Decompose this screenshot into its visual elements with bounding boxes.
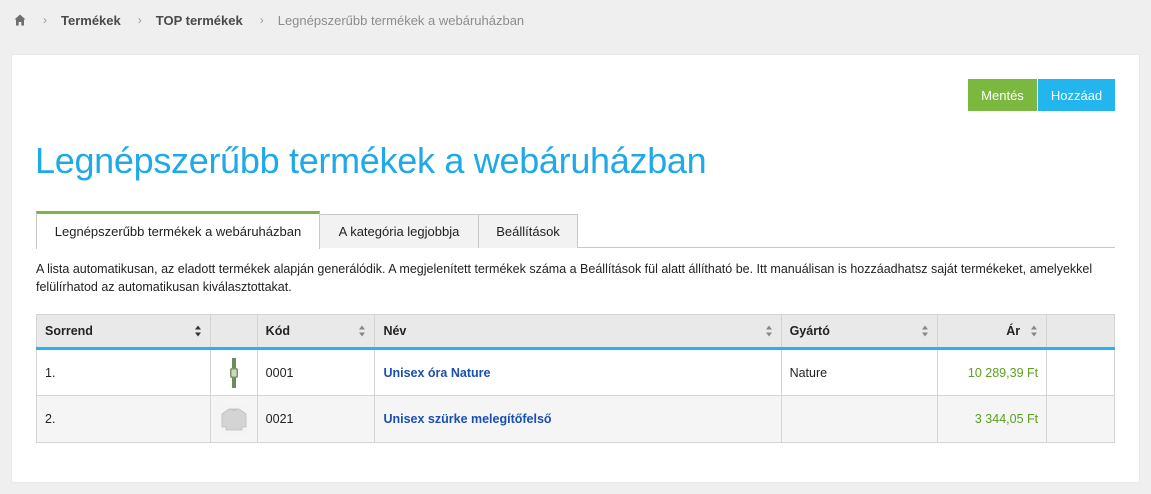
- products-table: Sorrend Kód Név Gyártó Ár 1. 0001 Unisex…: [36, 314, 1115, 443]
- chevron-right-icon: ›: [43, 13, 47, 27]
- chevron-right-icon: ›: [259, 13, 264, 27]
- column-header-order[interactable]: Sorrend: [36, 314, 211, 350]
- sweater-icon[interactable]: [218, 404, 249, 434]
- watch-icon[interactable]: [219, 357, 249, 388]
- cell-image: [209, 395, 258, 443]
- tab-popular-products[interactable]: Legnépszerűbb termékek a webáruházban: [36, 211, 320, 249]
- column-header-manufacturer[interactable]: Gyártó: [780, 314, 939, 350]
- column-header-code[interactable]: Kód: [256, 314, 376, 350]
- column-header-price[interactable]: Ár: [937, 314, 1048, 350]
- cell-manufacturer: [780, 395, 939, 443]
- cell-order: 2.: [36, 395, 211, 443]
- tab-settings[interactable]: Beállítások: [478, 214, 578, 248]
- column-header-name[interactable]: Név: [374, 314, 782, 350]
- sort-icon[interactable]: [1031, 325, 1038, 337]
- sort-icon[interactable]: [922, 325, 929, 337]
- add-button[interactable]: Hozzáad: [1038, 79, 1115, 111]
- tab-category-best[interactable]: A kategória legjobbja: [319, 214, 479, 248]
- content-panel: Mentés Hozzáad Legnépszerűbb termékek a …: [12, 55, 1139, 482]
- sort-icon[interactable]: [194, 325, 202, 337]
- tab-bar: Legnépszerűbb termékek a webáruházban A …: [36, 211, 1115, 249]
- sort-icon[interactable]: [765, 325, 773, 337]
- breadcrumb: › Termékek › TOP termékek › Legnépszerűb…: [14, 12, 524, 28]
- table-header-row: Sorrend Kód Név Gyártó Ár: [36, 314, 1115, 350]
- product-link[interactable]: Unisex szürke melegítőfelső: [383, 412, 551, 426]
- cell-price: 3 344,05 Ft: [937, 395, 1048, 443]
- cell-code: 0001: [256, 348, 376, 396]
- breadcrumb-current: Legnépszerűbb termékek a webáruházban: [277, 12, 525, 28]
- chevron-right-icon: ›: [137, 13, 142, 27]
- breadcrumb-link-top-products[interactable]: TOP termékek: [156, 13, 243, 28]
- info-text: A lista automatikusan, az eladott termék…: [36, 262, 1093, 294]
- breadcrumb-link-products[interactable]: Termékek: [61, 13, 121, 28]
- table-row: 1. 0001 Unisex óra Nature Nature 10 289,…: [36, 348, 1115, 396]
- cell-code: 0021: [256, 395, 376, 443]
- cell-order: 1.: [36, 348, 211, 396]
- cell-actions: [1046, 395, 1115, 443]
- cell-actions: [1046, 348, 1115, 396]
- column-header-actions: [1046, 314, 1115, 350]
- cell-name: Unisex szürke melegítőfelső: [374, 395, 782, 443]
- cell-manufacturer: Nature: [780, 348, 939, 396]
- sort-icon[interactable]: [359, 325, 366, 337]
- page-title: Legnépszerűbb termékek a webáruházban: [35, 140, 707, 181]
- cell-image: [209, 348, 258, 396]
- cell-name: Unisex óra Nature: [374, 348, 782, 396]
- home-icon[interactable]: [14, 14, 26, 26]
- column-header-image: [209, 314, 258, 350]
- save-button[interactable]: Mentés: [968, 79, 1037, 111]
- product-link[interactable]: Unisex óra Nature: [383, 366, 490, 380]
- cell-price: 10 289,39 Ft: [937, 348, 1048, 396]
- table-row: 2. 0021 Unisex szürke melegítőfelső 3 34…: [36, 395, 1115, 443]
